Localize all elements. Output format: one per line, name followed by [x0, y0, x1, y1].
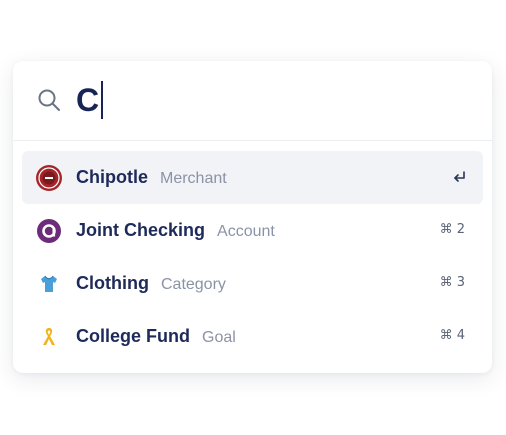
- stage: C Chipotle Merchant Joint Checking Accou…: [0, 0, 506, 435]
- result-item-chipotle[interactable]: Chipotle Merchant: [22, 151, 483, 204]
- chipotle-logo-icon: [36, 165, 62, 191]
- result-item-college-fund[interactable]: College Fund Goal ⌘ 4: [22, 310, 483, 363]
- result-title-text: Joint Checking: [76, 220, 206, 240]
- result-title-text: Chipotle: [76, 167, 148, 187]
- keyboard-shortcut: ⌘ 3: [439, 275, 465, 290]
- result-title-text: College Fund: [76, 326, 190, 346]
- result-title: Clothing Category: [76, 273, 226, 294]
- result-type: Account: [217, 223, 275, 240]
- result-item-clothing[interactable]: Clothing Category ⌘ 3: [22, 257, 483, 310]
- keyboard-shortcut: ⌘ 2: [439, 222, 465, 237]
- text-caret: [101, 81, 104, 119]
- result-type: Category: [160, 276, 226, 293]
- keyboard-shortcut: ⌘ 4: [439, 328, 465, 343]
- search-icon: [38, 89, 60, 111]
- result-title: College Fund Goal: [76, 326, 236, 347]
- shirt-icon: [36, 271, 62, 297]
- result-title-text: Clothing: [76, 273, 149, 293]
- result-title: Chipotle Merchant: [76, 167, 227, 188]
- command-palette: C Chipotle Merchant Joint Checking Accou…: [13, 61, 492, 373]
- search-bar[interactable]: C: [13, 61, 492, 141]
- bank-logo-icon: [36, 218, 62, 244]
- result-title: Joint Checking Account: [76, 220, 275, 241]
- search-input[interactable]: C: [76, 80, 104, 120]
- ribbon-icon: [36, 324, 62, 350]
- enter-key-icon: [454, 171, 465, 182]
- result-type: Merchant: [160, 170, 227, 187]
- search-query-text: C: [76, 82, 100, 118]
- result-item-joint-checking[interactable]: Joint Checking Account ⌘ 2: [22, 204, 483, 257]
- result-type: Goal: [202, 329, 236, 346]
